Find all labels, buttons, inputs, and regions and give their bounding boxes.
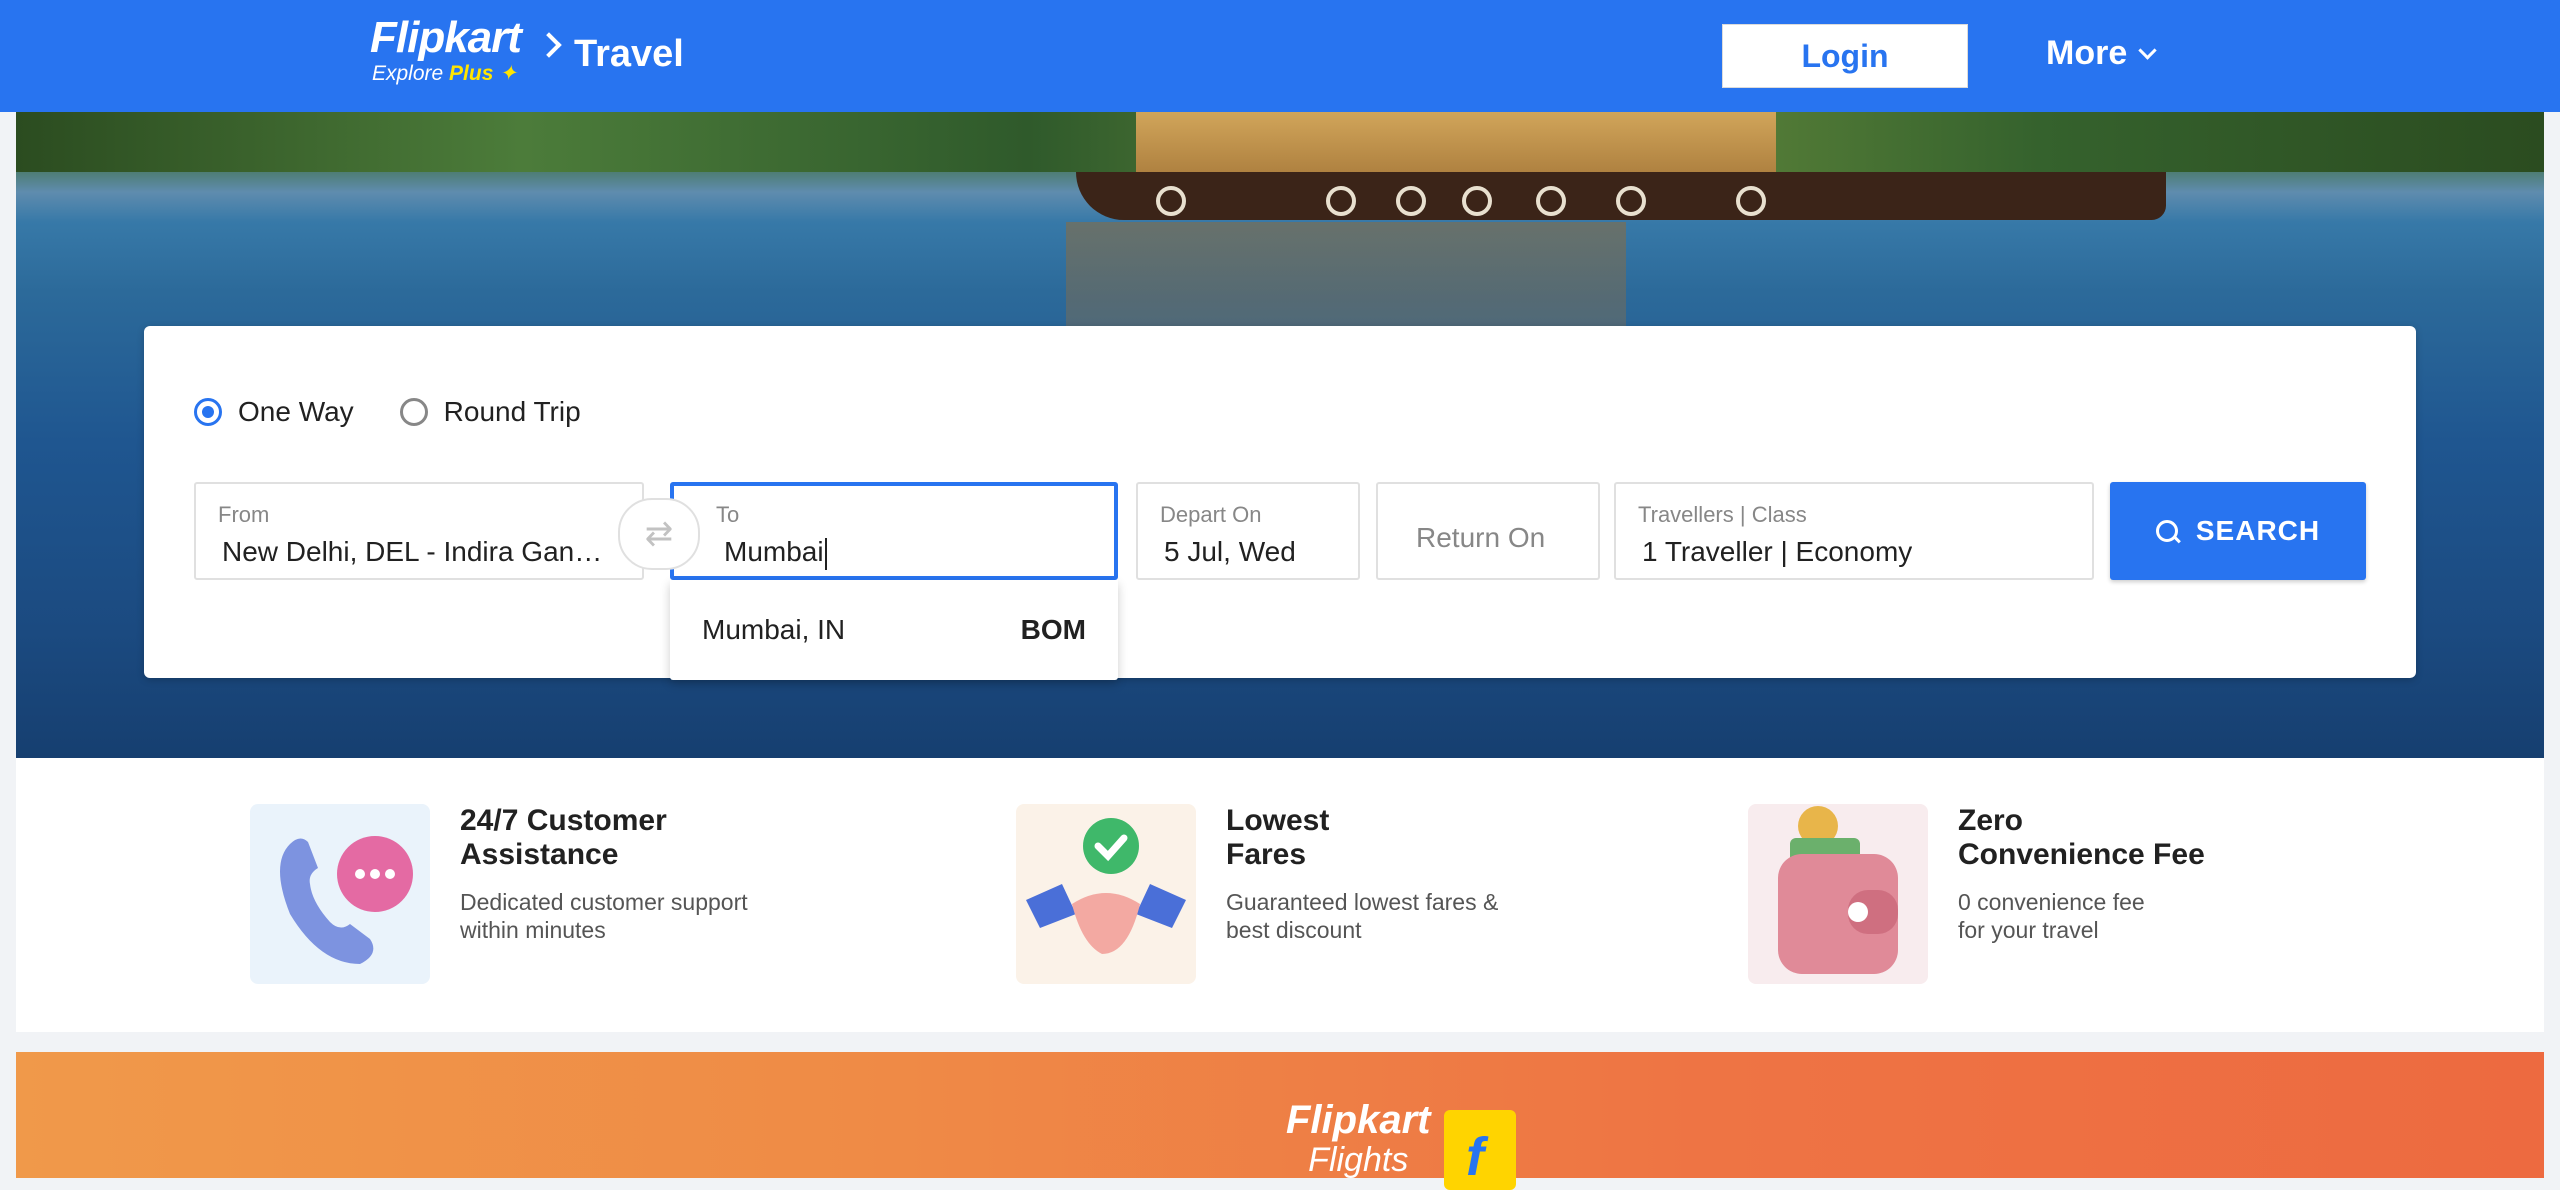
plus-star-icon: ✦: [499, 62, 517, 85]
feature-zero-fee: Zero Convenience Fee 0 convenience fee for…: [1748, 804, 2205, 984]
travellers-value: 1 Traveller | Economy: [1642, 536, 1913, 567]
from-field[interactable]: From New Delhi, DEL - Indira Gandhi Airp…: [194, 482, 644, 580]
flight-search-card: One Way Round Trip From New Delhi, DEL -…: [144, 326, 2416, 680]
one-way-label: One Way: [238, 396, 354, 427]
return-field[interactable]: Return On: [1376, 482, 1600, 580]
flipkart-logo[interactable]: Flipkart Explore Plus ✦: [370, 13, 522, 86]
boat-tyre-icon: [1616, 186, 1646, 216]
feature-description: 0 convenience fee for your travel: [1958, 889, 2145, 943]
radio-checked-icon[interactable]: [194, 398, 222, 426]
depart-label: Depart On: [1160, 502, 1262, 527]
top-header: Flipkart Explore Plus ✦ Travel Login Mor…: [0, 0, 2560, 112]
breadcrumb-travel[interactable]: Travel: [574, 33, 684, 76]
feature-text: Zero Convenience Fee 0 convenience fee for…: [1958, 804, 2205, 984]
travellers-label: Travellers | Class: [1638, 502, 1807, 527]
to-value: Mumbai: [724, 536, 824, 567]
feature-description: Guaranteed lowest fares & best discount: [1226, 889, 1499, 943]
promo-logo-main: Flipkart: [1286, 1098, 1431, 1142]
search-icon: [2155, 520, 2178, 542]
logo-explore: Explore: [372, 62, 444, 85]
flipkart-flights-banner[interactable]: Flipkart Flights f: [16, 1052, 2544, 1190]
to-label: To: [716, 502, 740, 527]
logo-wordmark: Flipkart: [370, 13, 522, 62]
features-section: 24/7 Customer Assistance Dedicated custom…: [16, 758, 2544, 1032]
promo-logo-sub: Flights: [1308, 1141, 1409, 1179]
suggestion-city: Mumbai, IN: [702, 614, 846, 645]
to-input[interactable]: Mumbai: [724, 536, 827, 570]
feature-title: Lowest Fares: [1226, 804, 1330, 871]
feature-title: Zero Convenience Fee: [1958, 804, 2205, 871]
boat-tyre-icon: [1156, 186, 1186, 216]
feature-title: 24/7 Customer Assistance: [460, 804, 667, 871]
swap-cities-button[interactable]: ⇄: [618, 498, 700, 570]
login-button[interactable]: Login: [1722, 24, 1968, 88]
handshake-icon: [1016, 804, 1196, 984]
wallet-icon: [1748, 804, 1928, 984]
radio-unchecked-icon[interactable]: [399, 398, 428, 426]
boat-tyre-icon: [1326, 186, 1356, 216]
suggestion-code: BOM: [1020, 614, 1086, 645]
feature-description: Dedicated customer support within minutes: [460, 889, 748, 943]
feature-customer-assistance: 24/7 Customer Assistance Dedicated custom…: [250, 804, 748, 984]
logo-tagline: Explore Plus ✦: [372, 62, 521, 86]
from-value[interactable]: New Delhi, DEL - Indira Gandhi Airport: [222, 536, 612, 568]
boat-tyre-icon: [1462, 186, 1492, 216]
search-button[interactable]: SEARCH: [2110, 482, 2366, 580]
one-way-option[interactable]: One Way: [194, 396, 354, 428]
text-caret: [824, 537, 827, 570]
return-placeholder: Return On: [1416, 522, 1546, 553]
logo-plus: Plus: [449, 62, 494, 85]
boat-tyre-icon: [1396, 186, 1426, 216]
chevron-down-icon: [2138, 41, 2157, 60]
trip-type-group: One Way Round Trip: [194, 396, 581, 428]
feature-text: Lowest Fares Guaranteed lowest fares & bes…: [1226, 804, 1498, 984]
boat-tyre-icon: [1536, 186, 1566, 216]
more-label: More: [2046, 34, 2128, 72]
feature-lowest-fares: Lowest Fares Guaranteed lowest fares & bes…: [1016, 804, 1498, 984]
round-trip-label: Round Trip: [443, 396, 581, 427]
depart-value: 5 Jul, Wed: [1164, 536, 1296, 567]
depart-field[interactable]: Depart On 5 Jul, Wed: [1136, 482, 1360, 580]
shopping-bag-icon: f: [1444, 1110, 1516, 1190]
houseboat-image: [1076, 112, 2166, 220]
from-label: From: [218, 502, 270, 527]
swap-arrows-icon: ⇄: [644, 515, 674, 553]
to-suggestions-dropdown: Mumbai, IN BOM: [670, 580, 1118, 680]
travellers-class-field[interactable]: Travellers | Class 1 Traveller | Economy: [1614, 482, 2094, 580]
boat-tyre-icon: [1736, 186, 1766, 216]
feature-text: 24/7 Customer Assistance Dedicated custom…: [460, 804, 748, 984]
search-label: SEARCH: [2195, 515, 2321, 546]
phone-chat-icon: [250, 804, 430, 984]
suggestion-item[interactable]: Mumbai, IN BOM: [670, 580, 1118, 680]
chevron-right-icon: [536, 32, 562, 58]
more-menu[interactable]: More: [2046, 34, 2157, 73]
round-trip-option[interactable]: Round Trip: [399, 396, 581, 428]
flipkart-flights-logo: Flipkart Flights: [1286, 1100, 1430, 1180]
to-field[interactable]: To Mumbai: [670, 482, 1118, 580]
